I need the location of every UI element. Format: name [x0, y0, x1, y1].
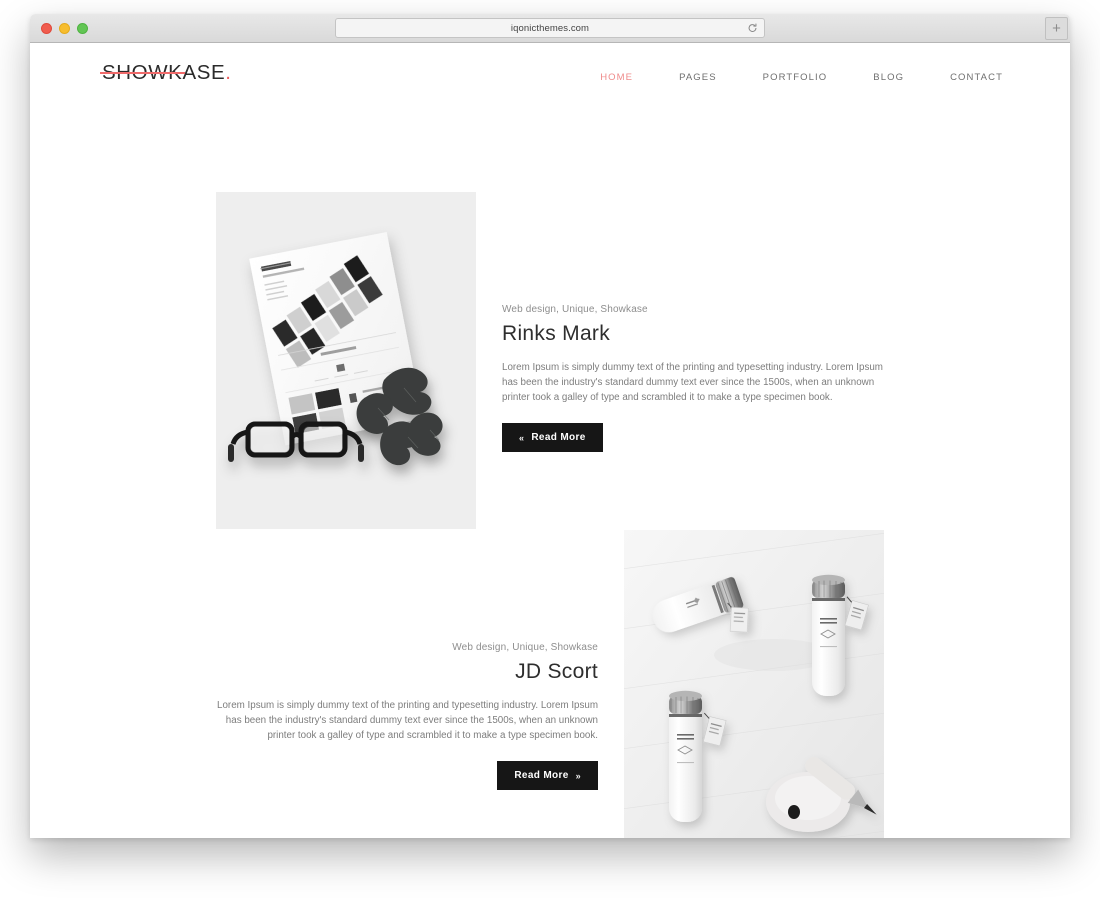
reload-icon[interactable]: [747, 23, 758, 34]
url-text: iqonicthemes.com: [510, 22, 590, 34]
project-description: Lorem Ipsum is simply dummy text of the …: [502, 362, 883, 403]
minimize-window-button[interactable]: [59, 23, 70, 34]
close-window-button[interactable]: [41, 23, 52, 34]
project-title: JD Scort: [515, 660, 598, 683]
read-more-label: Read More: [531, 432, 586, 443]
project-copy-jd-scort: Web design, Unique, Showkase JD Scort Lo…: [216, 642, 598, 790]
site-viewport: SHOWKASE. HOME PAGES PORTFOLIO BLOG CONT…: [30, 43, 1070, 838]
mockup-illustration-1: [216, 192, 476, 529]
site-header: SHOWKASE. HOME PAGES PORTFOLIO BLOG CONT…: [30, 43, 1070, 123]
brand-dot: .: [225, 61, 232, 84]
project-copy-rinks-mark: Web design, Unique, Showkase Rinks Mark …: [502, 304, 884, 452]
read-more-label: Read More: [514, 770, 569, 781]
project-title: Rinks Mark: [502, 322, 611, 345]
read-more-button-jd-scort[interactable]: Read More »: [497, 761, 598, 790]
traffic-lights: [41, 23, 88, 34]
chevron-right-icon: »: [575, 770, 581, 781]
brand-logo[interactable]: SHOWKASE.: [100, 61, 232, 85]
page-root: iqonicthemes.com + SHOWKASE. HOME PAGES …: [0, 0, 1100, 899]
read-more-button-rinks-mark[interactable]: « Read More: [502, 423, 603, 452]
mockup-illustration-2: [624, 530, 884, 838]
project-image-rinks-mark[interactable]: [216, 192, 476, 529]
address-bar[interactable]: iqonicthemes.com: [335, 18, 765, 38]
nav-item-contact[interactable]: CONTACT: [927, 68, 1026, 87]
browser-window: iqonicthemes.com + SHOWKASE. HOME PAGES …: [30, 14, 1070, 838]
project-image-jd-scort[interactable]: [624, 530, 884, 838]
project-description: Lorem Ipsum is simply dummy text of the …: [217, 700, 598, 741]
nav-item-portfolio[interactable]: PORTFOLIO: [740, 68, 851, 87]
nav-item-blog[interactable]: BLOG: [850, 68, 927, 87]
main-navigation: HOME PAGES PORTFOLIO BLOG CONTACT: [577, 68, 1026, 87]
browser-chrome: iqonicthemes.com +: [30, 14, 1070, 43]
brand-strike-decoration: [100, 72, 185, 74]
nav-item-home[interactable]: HOME: [577, 68, 656, 87]
project-category: Web design, Unique, Showkase: [502, 304, 648, 315]
chevron-left-icon: «: [519, 432, 525, 443]
new-tab-button[interactable]: +: [1045, 17, 1068, 40]
maximize-window-button[interactable]: [77, 23, 88, 34]
nav-item-pages[interactable]: PAGES: [656, 68, 740, 87]
project-category: Web design, Unique, Showkase: [452, 642, 598, 653]
